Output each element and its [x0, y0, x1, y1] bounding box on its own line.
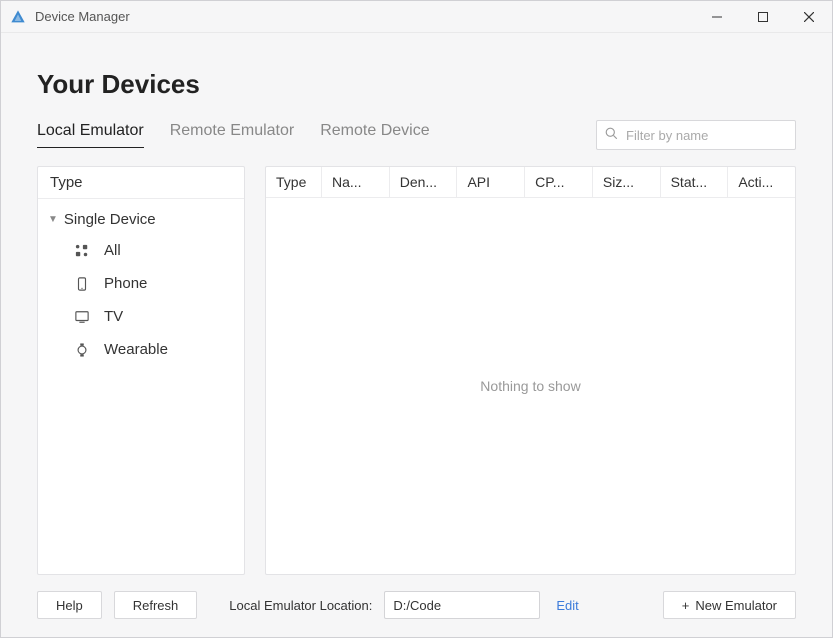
search-box[interactable]: [596, 120, 796, 150]
plus-icon: +: [682, 598, 690, 613]
page-title: Your Devices: [37, 69, 796, 100]
tree-item-label: Phone: [104, 275, 147, 292]
minimize-button[interactable]: [694, 1, 740, 32]
tab-local-emulator[interactable]: Local Emulator: [37, 122, 144, 148]
col-actions[interactable]: Acti...: [728, 167, 795, 197]
maximize-button[interactable]: [740, 1, 786, 32]
refresh-button[interactable]: Refresh: [114, 591, 198, 619]
search-icon: [605, 127, 618, 143]
sidebar-header: Type: [38, 167, 244, 199]
window-controls: [694, 1, 832, 32]
search-input[interactable]: [624, 127, 787, 144]
new-emulator-button[interactable]: + New Emulator: [663, 591, 796, 619]
tree-group-single-device[interactable]: ▼ Single Device: [38, 205, 244, 234]
tabs: Local Emulator Remote Emulator Remote De…: [37, 122, 570, 148]
tree-item-label: TV: [104, 308, 123, 325]
phone-icon: [74, 277, 90, 291]
tree-group-label: Single Device: [64, 211, 156, 228]
new-emulator-label: New Emulator: [695, 598, 777, 613]
title-bar: Device Manager: [1, 1, 832, 33]
tree-item-phone[interactable]: Phone: [38, 267, 244, 300]
tree-item-wearable[interactable]: Wearable: [38, 333, 244, 366]
col-size[interactable]: Siz...: [593, 167, 661, 197]
watch-icon: [74, 343, 90, 357]
window-title: Device Manager: [35, 9, 694, 24]
edit-location-link[interactable]: Edit: [556, 598, 578, 613]
location-label: Local Emulator Location:: [229, 598, 372, 613]
type-sidebar: Type ▼ Single Device All Phone: [37, 166, 245, 575]
location-input[interactable]: [384, 591, 540, 619]
tab-remote-device[interactable]: Remote Device: [320, 122, 429, 148]
grid-icon: [74, 244, 90, 258]
app-icon: [9, 8, 27, 26]
tv-icon: [74, 310, 90, 324]
help-button[interactable]: Help: [37, 591, 102, 619]
close-button[interactable]: [786, 1, 832, 32]
tree-item-label: Wearable: [104, 341, 168, 358]
col-cpu[interactable]: CP...: [525, 167, 593, 197]
device-type-tree: ▼ Single Device All Phone: [38, 199, 244, 372]
device-table: Type Na... Den... API CP... Siz... Stat.…: [265, 166, 796, 575]
chevron-down-icon: ▼: [48, 214, 58, 225]
col-api[interactable]: API: [457, 167, 525, 197]
tree-item-tv[interactable]: TV: [38, 300, 244, 333]
col-type[interactable]: Type: [266, 167, 322, 197]
tree-item-all[interactable]: All: [38, 234, 244, 267]
footer-bar: Help Refresh Local Emulator Location: Ed…: [37, 575, 796, 637]
col-density[interactable]: Den...: [390, 167, 458, 197]
tree-item-label: All: [104, 242, 121, 259]
table-header: Type Na... Den... API CP... Siz... Stat.…: [266, 167, 795, 198]
tab-remote-emulator[interactable]: Remote Emulator: [170, 122, 295, 148]
empty-state: Nothing to show: [266, 198, 795, 574]
col-status[interactable]: Stat...: [661, 167, 729, 197]
col-name[interactable]: Na...: [322, 167, 390, 197]
